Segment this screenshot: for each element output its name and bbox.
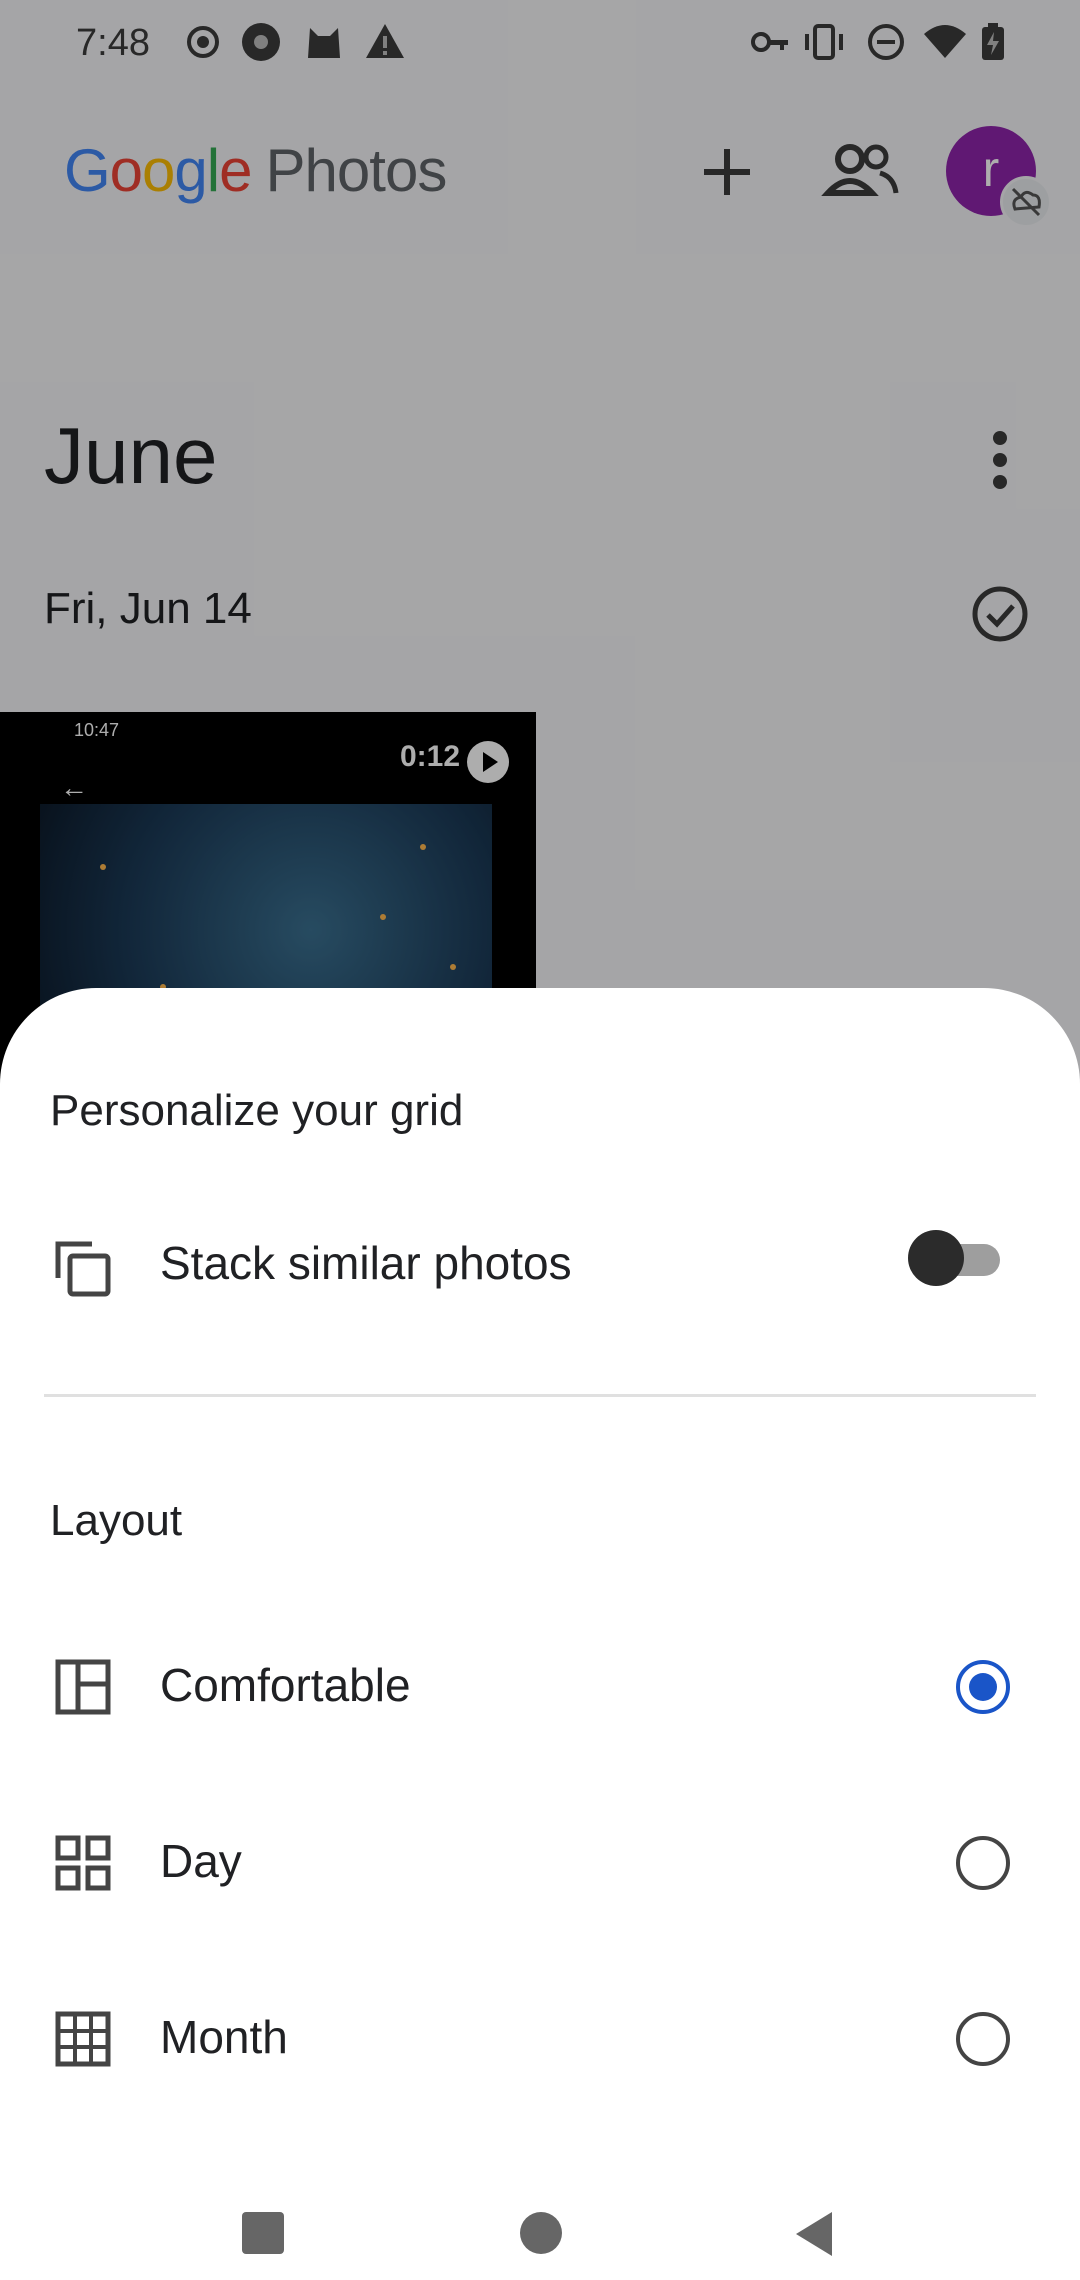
sheet-title: Personalize your grid — [50, 1086, 464, 1135]
back-button[interactable] — [792, 2210, 836, 2258]
stack-photos-icon — [55, 1241, 111, 1297]
month-grid-icon — [55, 2011, 111, 2067]
system-nav-bar — [0, 2180, 1080, 2280]
layout-option-label: Day — [160, 1835, 242, 1887]
home-button[interactable] — [520, 2212, 562, 2254]
day-grid-icon — [55, 1835, 111, 1891]
day-radio[interactable] — [956, 1836, 1010, 1890]
comfortable-radio[interactable] — [956, 1660, 1010, 1714]
personalize-grid-sheet: Personalize your grid Stack similar phot… — [0, 988, 1080, 2280]
divider — [44, 1394, 1036, 1397]
screen: 7:48 Google Photos r June Fri, Jun 14 10:… — [0, 0, 1080, 2280]
layout-option-label: Comfortable — [160, 1659, 411, 1711]
comfortable-layout-icon — [55, 1659, 111, 1715]
stack-similar-label: Stack similar photos — [160, 1237, 572, 1289]
recents-button[interactable] — [242, 2212, 284, 2254]
stack-similar-toggle[interactable] — [908, 1230, 1002, 1286]
toggle-thumb — [908, 1230, 964, 1286]
month-radio[interactable] — [956, 2012, 1010, 2066]
layout-heading: Layout — [50, 1496, 183, 1545]
layout-option-label: Month — [160, 2011, 288, 2063]
